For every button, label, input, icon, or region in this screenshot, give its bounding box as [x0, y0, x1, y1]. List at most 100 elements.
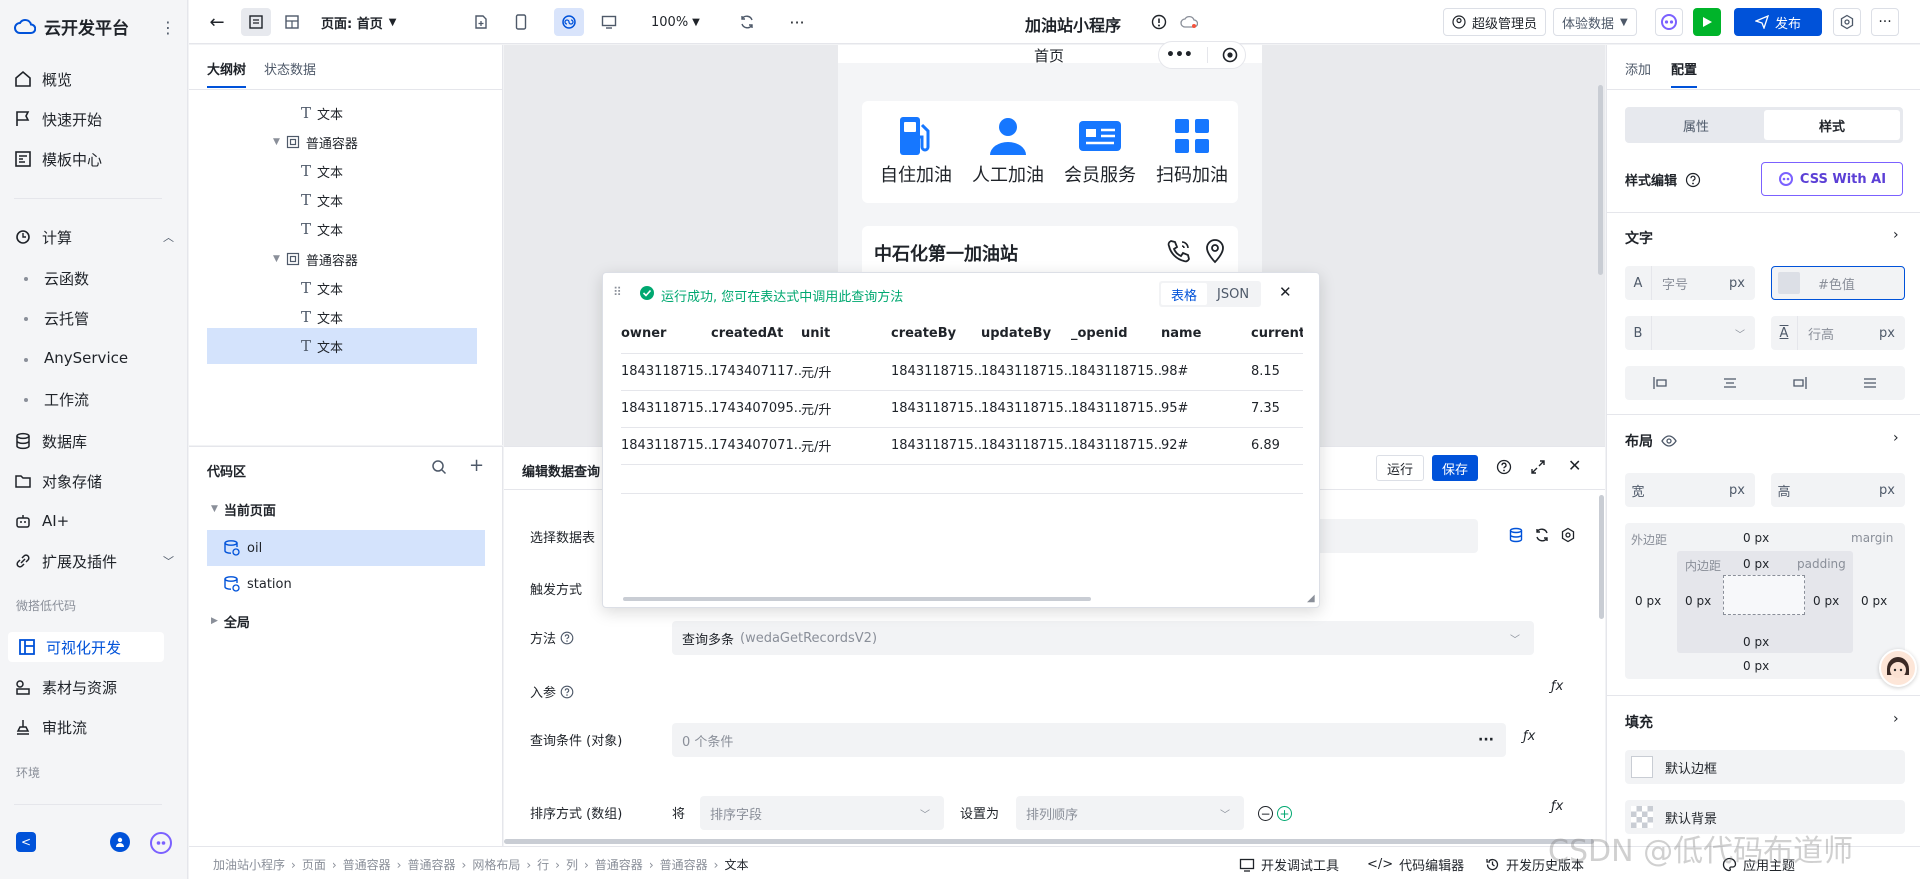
breadcrumb-item[interactable]: 文本	[724, 856, 748, 873]
segment-style[interactable]: 样式	[1764, 110, 1900, 140]
miniprogram-capsule[interactable]: •••	[1158, 41, 1246, 69]
align-left-icon[interactable]	[1652, 376, 1668, 390]
margin-bottom-value[interactable]: 0 px	[1743, 659, 1769, 673]
tab-config[interactable]: 配置	[1671, 59, 1698, 88]
expand-icon[interactable]	[1530, 459, 1546, 475]
function-fx-icon[interactable]: ƒx	[1551, 799, 1563, 814]
font-size-input[interactable]: A 字号 px	[1625, 266, 1755, 300]
eye-icon[interactable]	[1661, 435, 1677, 447]
tree-node-container[interactable]: ▼ 普通容器	[273, 246, 358, 272]
nav-quick-start[interactable]: 快速开始	[14, 104, 174, 134]
back-arrow-icon[interactable]: ←	[203, 8, 231, 36]
table-row[interactable]: 1843118715... 1743407117... 元/升 1843118715.…	[621, 352, 1303, 390]
segment-properties[interactable]: 属性	[1628, 110, 1764, 140]
breadcrumb-item[interactable]: 行	[537, 856, 549, 873]
breadcrumb-item[interactable]: 加油站小程序	[213, 856, 285, 873]
nav-workflow[interactable]: 工作流	[44, 389, 89, 410]
nav-database[interactable]: 数据库	[14, 426, 174, 456]
editor-scrollbar[interactable]	[1599, 495, 1604, 619]
nav-cloud-function[interactable]: 云函数	[44, 268, 89, 289]
tree-node-text[interactable]: T 文本	[207, 328, 477, 364]
mobile-view-icon[interactable]	[507, 8, 535, 36]
zoom-selector[interactable]: 100% ▼	[651, 8, 700, 36]
tree-node-text[interactable]: T 文本	[301, 187, 343, 213]
code-editor-button[interactable]: </> 代码编辑器	[1367, 855, 1464, 874]
help-icon[interactable]	[560, 631, 574, 645]
query-condition-input[interactable]: 0 个条件 ···	[672, 723, 1506, 757]
service-scan-refuel[interactable]: 扫码加油	[1152, 115, 1232, 187]
collapse-icon[interactable]: <	[16, 832, 36, 852]
drag-handle-icon[interactable]: ⠿	[613, 285, 623, 299]
tree-node-text[interactable]: T 文本	[301, 304, 343, 330]
location-pin-icon[interactable]	[1204, 238, 1226, 264]
publish-button[interactable]: 发布	[1734, 8, 1822, 36]
css-with-ai-button[interactable]: CSS With AI	[1761, 162, 1903, 196]
assistant-avatar[interactable]	[1879, 649, 1917, 687]
dev-tools-button[interactable]: 开发调试工具	[1239, 855, 1339, 874]
nav-extensions[interactable]: 扩展及插件 ﹀	[14, 546, 174, 576]
preview-run-button[interactable]	[1693, 8, 1721, 36]
chevron-right-icon[interactable]: ›	[1893, 227, 1899, 243]
database-icon[interactable]	[1508, 527, 1524, 543]
color-swatch[interactable]	[1778, 272, 1800, 294]
breadcrumb-item[interactable]: 页面	[302, 856, 326, 873]
ai-assistant-icon[interactable]	[150, 832, 172, 854]
align-justify-icon[interactable]	[1862, 376, 1878, 390]
refresh-icon[interactable]	[733, 8, 761, 36]
more-horizontal-icon[interactable]: ···	[783, 8, 811, 36]
nav-visual-dev[interactable]: 可视化开发	[8, 632, 164, 662]
settings-gear-icon[interactable]	[1833, 8, 1861, 36]
chevron-right-icon[interactable]: ›	[1893, 430, 1899, 446]
close-icon[interactable]: ✕	[1568, 456, 1581, 475]
editor-h-scrollbar[interactable]	[504, 839, 1594, 844]
help-icon[interactable]	[1496, 459, 1512, 475]
breadcrumb-item[interactable]: 普通容器	[343, 856, 391, 873]
more-vertical-icon[interactable]: ⋮	[160, 18, 176, 37]
tree-node-text[interactable]: T 文本	[301, 216, 343, 242]
code-item-station[interactable]: station	[207, 566, 485, 602]
page-list-icon[interactable]	[241, 8, 271, 36]
service-membership[interactable]: 会员服务	[1060, 115, 1140, 187]
settings-gear-icon[interactable]	[1560, 527, 1576, 543]
tab-outline[interactable]: 大纲树	[207, 59, 247, 88]
help-icon[interactable]	[1685, 172, 1701, 188]
tab-table[interactable]: 表格	[1161, 283, 1208, 305]
add-icon[interactable]: +	[469, 455, 484, 476]
search-icon[interactable]	[431, 459, 447, 475]
add-circle-icon[interactable]: +	[1277, 806, 1292, 821]
layout-grid-icon[interactable]	[277, 8, 307, 36]
breadcrumb-item[interactable]: 普通容器	[595, 856, 643, 873]
help-icon[interactable]	[560, 685, 574, 699]
padding-right-value[interactable]: 0 px	[1813, 594, 1839, 608]
tab-json[interactable]: JSON	[1207, 283, 1259, 305]
phone-call-icon[interactable]	[1166, 238, 1192, 264]
breadcrumb-item[interactable]: 网格布局	[472, 856, 520, 873]
sort-field-select[interactable]: 排序字段 ﹀	[700, 796, 944, 830]
cloud-sync-icon[interactable]	[1177, 8, 1201, 36]
more-horizontal-icon[interactable]: ···	[1871, 8, 1899, 36]
method-select[interactable]: 查询多条 (wedaGetRecordsV2) ﹀	[672, 621, 1534, 655]
tree-node-text[interactable]: T 文本	[301, 100, 343, 126]
align-center-icon[interactable]	[1722, 376, 1738, 390]
nav-approval[interactable]: 审批流	[14, 712, 174, 742]
miniprogram-view-icon[interactable]	[554, 8, 584, 36]
nav-object-storage[interactable]: 对象存储	[14, 466, 174, 496]
remove-icon[interactable]: −	[1258, 806, 1273, 821]
resize-handle-icon[interactable]: ◢	[1307, 593, 1315, 604]
sort-order-select[interactable]: 排列顺序 ﹀	[1016, 796, 1244, 830]
nav-assets[interactable]: 素材与资源	[14, 672, 174, 702]
tab-state-data[interactable]: 状态数据	[264, 59, 316, 88]
refresh-icon[interactable]	[1534, 527, 1550, 543]
table-h-scrollbar[interactable]	[623, 597, 1091, 601]
canvas-scrollbar[interactable]	[1598, 85, 1603, 275]
code-group-current-page[interactable]: ▼ 当前页面	[211, 496, 276, 522]
padding-bottom-value[interactable]: 0 px	[1743, 635, 1769, 649]
nav-compute[interactable]: 计算 ︿	[14, 222, 174, 252]
page-selector[interactable]: 页面: 首页 ▼	[321, 8, 396, 36]
run-query-button[interactable]: 运行	[1376, 455, 1425, 481]
margin-top-value[interactable]: 0 px	[1743, 531, 1769, 545]
tree-node-text[interactable]: T 文本	[301, 158, 343, 184]
service-self-refuel[interactable]: 自住加油	[876, 115, 956, 187]
nav-cloud-hosting[interactable]: 云托管	[44, 308, 89, 329]
ai-assistant-icon[interactable]	[1655, 8, 1683, 36]
